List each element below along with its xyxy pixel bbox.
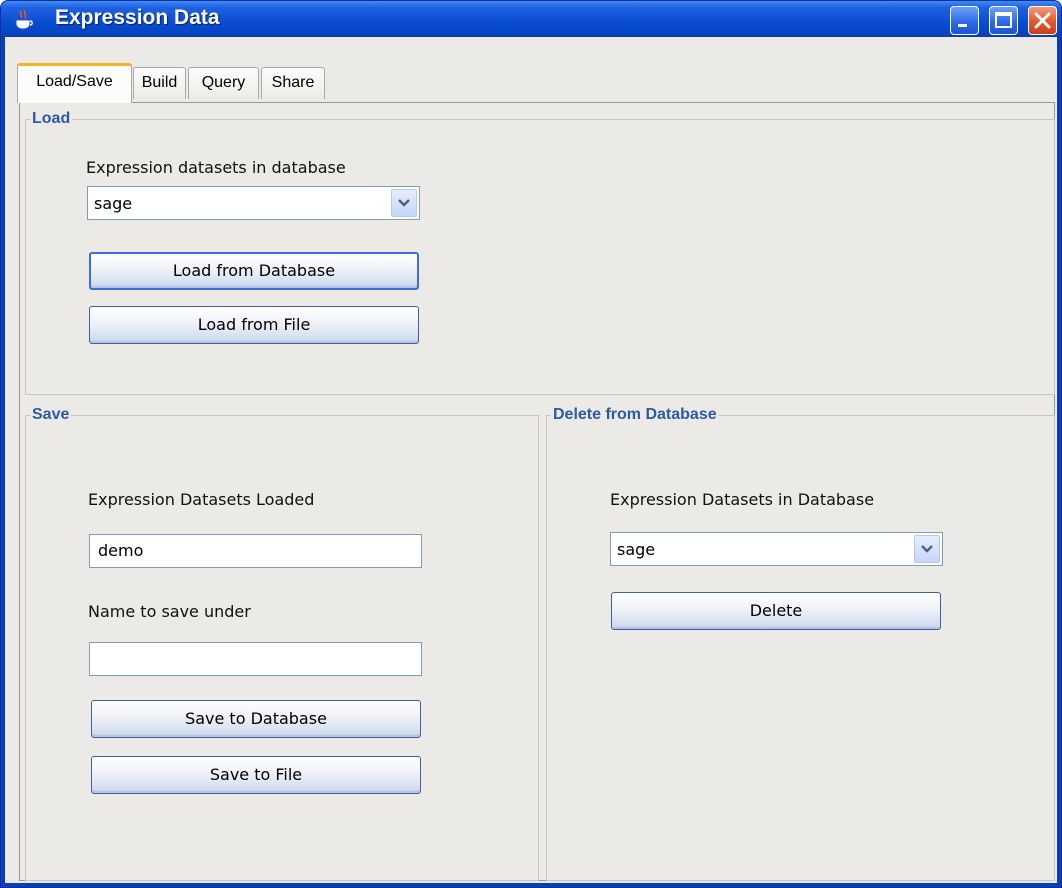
close-icon	[1034, 12, 1051, 29]
delete-datasets-label: Expression Datasets in Database	[610, 490, 875, 509]
close-button[interactable]	[1028, 6, 1057, 35]
save-to-file-button[interactable]: Save to File	[91, 756, 421, 794]
delete-dataset-value: sage	[617, 540, 656, 559]
load-datasets-label: Expression datasets in database	[86, 158, 346, 177]
delete-button[interactable]: Delete	[611, 592, 941, 630]
delete-dropdown-arrow[interactable]	[914, 535, 940, 563]
tab-share[interactable]: Share	[261, 67, 325, 99]
load-group: Load Expression datasets in database sag…	[25, 109, 1055, 395]
chevron-down-icon	[398, 199, 410, 207]
load-save-panel: Load Expression datasets in database sag…	[19, 102, 1055, 881]
name-to-save-label: Name to save under	[88, 602, 251, 621]
save-group: Save Expression Datasets Loaded demo Nam…	[25, 405, 539, 881]
name-to-save-field[interactable]	[89, 642, 422, 676]
chevron-down-icon	[921, 545, 933, 553]
tab-load-save[interactable]: Load/Save	[17, 63, 132, 103]
load-dropdown-arrow[interactable]	[391, 189, 417, 217]
save-group-title: Save	[30, 405, 72, 425]
delete-dataset-dropdown[interactable]: sage	[610, 532, 943, 566]
minimize-button[interactable]	[950, 6, 979, 35]
java-cup-icon	[15, 9, 33, 30]
load-dataset-value: sage	[94, 194, 133, 213]
title-bar[interactable]: Expression Data	[1, 1, 1061, 37]
tab-query[interactable]: Query	[188, 67, 259, 99]
datasets-loaded-field[interactable]: demo	[89, 534, 422, 568]
load-group-title: Load	[30, 109, 73, 129]
minimize-icon	[958, 24, 967, 27]
load-from-database-button[interactable]: Load from Database	[89, 252, 419, 290]
delete-group-title: Delete from Database	[551, 405, 719, 425]
load-dataset-dropdown[interactable]: sage	[87, 186, 420, 220]
delete-group: Delete from Database Expression Datasets…	[546, 405, 1055, 881]
datasets-loaded-label: Expression Datasets Loaded	[88, 490, 315, 509]
maximize-button[interactable]	[989, 6, 1018, 35]
tab-build[interactable]: Build	[133, 67, 186, 99]
window-content: Load/Save Build Query Share Load Express…	[5, 37, 1057, 883]
maximize-icon	[995, 12, 1012, 28]
main-window: Expression Data Load/Save Build Query Sh…	[0, 0, 1062, 888]
window-title: Expression Data	[55, 6, 220, 29]
load-from-file-button[interactable]: Load from File	[89, 306, 419, 344]
tab-bar: Load/Save Build Query Share	[5, 37, 1057, 103]
save-to-database-button[interactable]: Save to Database	[91, 700, 421, 738]
